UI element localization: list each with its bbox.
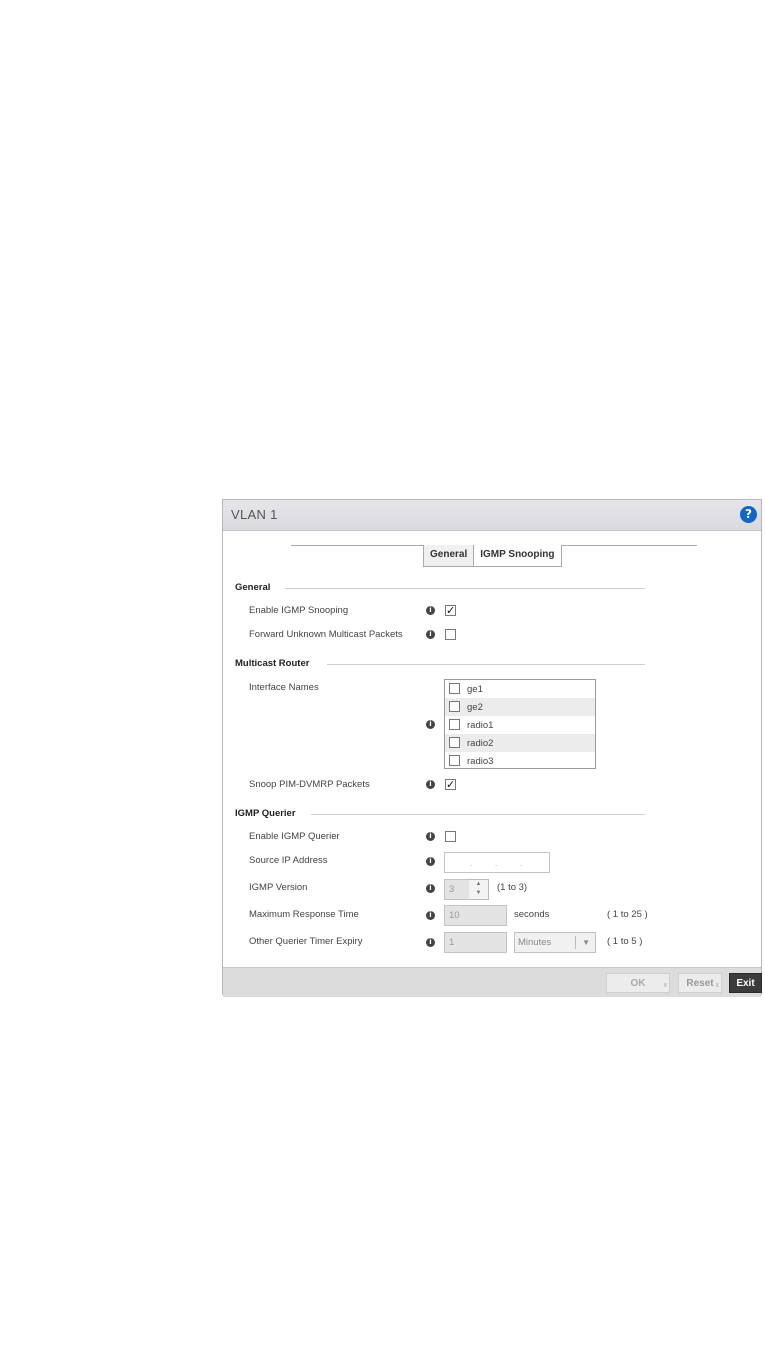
info-icon: i	[426, 832, 435, 841]
enable-igmp-snooping-label: Enable IGMP Snooping	[249, 605, 349, 616]
chevron-down-icon[interactable]: ▼	[582, 933, 590, 952]
other-querier-timer-input[interactable]: 1	[444, 932, 507, 953]
reset-button-label: Reset	[686, 978, 714, 989]
help-icon[interactable]: ?	[740, 506, 757, 523]
igmp-version-range: (1 to 3)	[497, 882, 528, 893]
ip-separator: .	[470, 859, 473, 868]
section-divider	[285, 588, 645, 589]
other-querier-timer-label: Other Querier Timer Expiry	[249, 936, 363, 947]
tab-bar: General IGMP Snooping	[423, 545, 562, 567]
dialog-footer: OK x Reset x Exit	[223, 967, 762, 997]
interface-label: radio3	[467, 756, 494, 767]
ok-button[interactable]: OK x	[606, 973, 670, 993]
interface-checkbox[interactable]	[449, 683, 460, 694]
interface-checkbox[interactable]	[449, 737, 460, 748]
section-igmp-querier-title: IGMP Querier	[235, 808, 296, 819]
enable-igmp-querier-checkbox[interactable]	[445, 831, 456, 842]
spin-down-icon[interactable]: ▼	[469, 889, 488, 898]
enable-igmp-querier-label: Enable IGMP Querier	[249, 831, 340, 842]
info-icon: i	[426, 720, 435, 729]
corner-mark-icon: x	[663, 982, 668, 989]
info-icon: i	[426, 630, 435, 639]
section-general-title: General	[235, 582, 271, 593]
other-querier-timer-range: ( 1 to 5 )	[607, 936, 643, 947]
ip-separator: .	[495, 859, 498, 868]
max-response-time-unit: seconds	[514, 909, 550, 920]
info-icon: i	[426, 780, 435, 789]
section-divider	[311, 814, 645, 815]
selected-unit: Minutes	[518, 937, 552, 948]
info-icon: i	[426, 606, 435, 615]
tab-igmp-snooping[interactable]: IGMP Snooping	[474, 545, 562, 567]
spin-up-icon[interactable]: ▲	[469, 880, 488, 889]
ip-separator: .	[520, 859, 523, 868]
max-response-time-label: Maximum Response Time	[249, 909, 359, 920]
info-icon: i	[426, 857, 435, 866]
tab-general[interactable]: General	[423, 545, 475, 567]
list-item[interactable]: radio3	[445, 752, 595, 768]
snoop-pim-dvmrp-label: Snoop PIM-DVMRP Packets	[249, 779, 370, 790]
exit-button[interactable]: Exit	[729, 973, 762, 993]
info-icon: i	[426, 911, 435, 920]
interface-names-list[interactable]: ge1 ge2 radio1 radio2 radio3	[444, 679, 596, 769]
info-icon: i	[426, 938, 435, 947]
interface-label: radio1	[467, 720, 494, 731]
igmp-version-spinner[interactable]: ▲ ▼	[469, 879, 489, 900]
info-icon: i	[426, 884, 435, 893]
interface-checkbox[interactable]	[449, 701, 460, 712]
igmp-version-label: IGMP Version	[249, 882, 308, 893]
list-item[interactable]: ge2	[445, 698, 595, 716]
interface-checkbox[interactable]	[449, 719, 460, 730]
reset-button[interactable]: Reset x	[678, 973, 722, 993]
list-item[interactable]: radio1	[445, 716, 595, 734]
snoop-pim-dvmrp-checkbox[interactable]: ✓	[445, 779, 456, 790]
forward-unknown-multicast-label: Forward Unknown Multicast Packets	[249, 629, 403, 640]
section-divider	[327, 664, 645, 665]
max-response-time-input[interactable]: 10	[444, 905, 507, 926]
interface-checkbox[interactable]	[449, 755, 460, 766]
list-item[interactable]: radio2	[445, 734, 595, 752]
enable-igmp-snooping-checkbox[interactable]: ✓	[445, 605, 456, 616]
max-response-time-range: ( 1 to 25 )	[607, 909, 648, 920]
vlan-dialog: VLAN 1 ? General IGMP Snooping General E…	[222, 499, 762, 997]
igmp-version-input[interactable]: 3	[444, 879, 470, 900]
other-querier-timer-unit-select[interactable]: Minutes ▼	[514, 932, 596, 953]
section-multicast-router-title: Multicast Router	[235, 658, 310, 669]
ok-button-label: OK	[630, 978, 646, 989]
source-ip-address-label: Source IP Address	[249, 855, 328, 866]
interface-label: radio2	[467, 738, 494, 749]
list-item[interactable]: ge1	[445, 680, 595, 698]
interface-names-label: Interface Names	[249, 682, 319, 693]
corner-mark-icon: x	[715, 982, 720, 989]
select-divider	[575, 936, 576, 949]
interface-label: ge2	[467, 702, 483, 713]
forward-unknown-multicast-checkbox[interactable]	[445, 629, 456, 640]
dialog-titlebar: VLAN 1 ?	[223, 500, 761, 531]
interface-label: ge1	[467, 684, 483, 695]
dialog-title: VLAN 1	[231, 507, 278, 522]
